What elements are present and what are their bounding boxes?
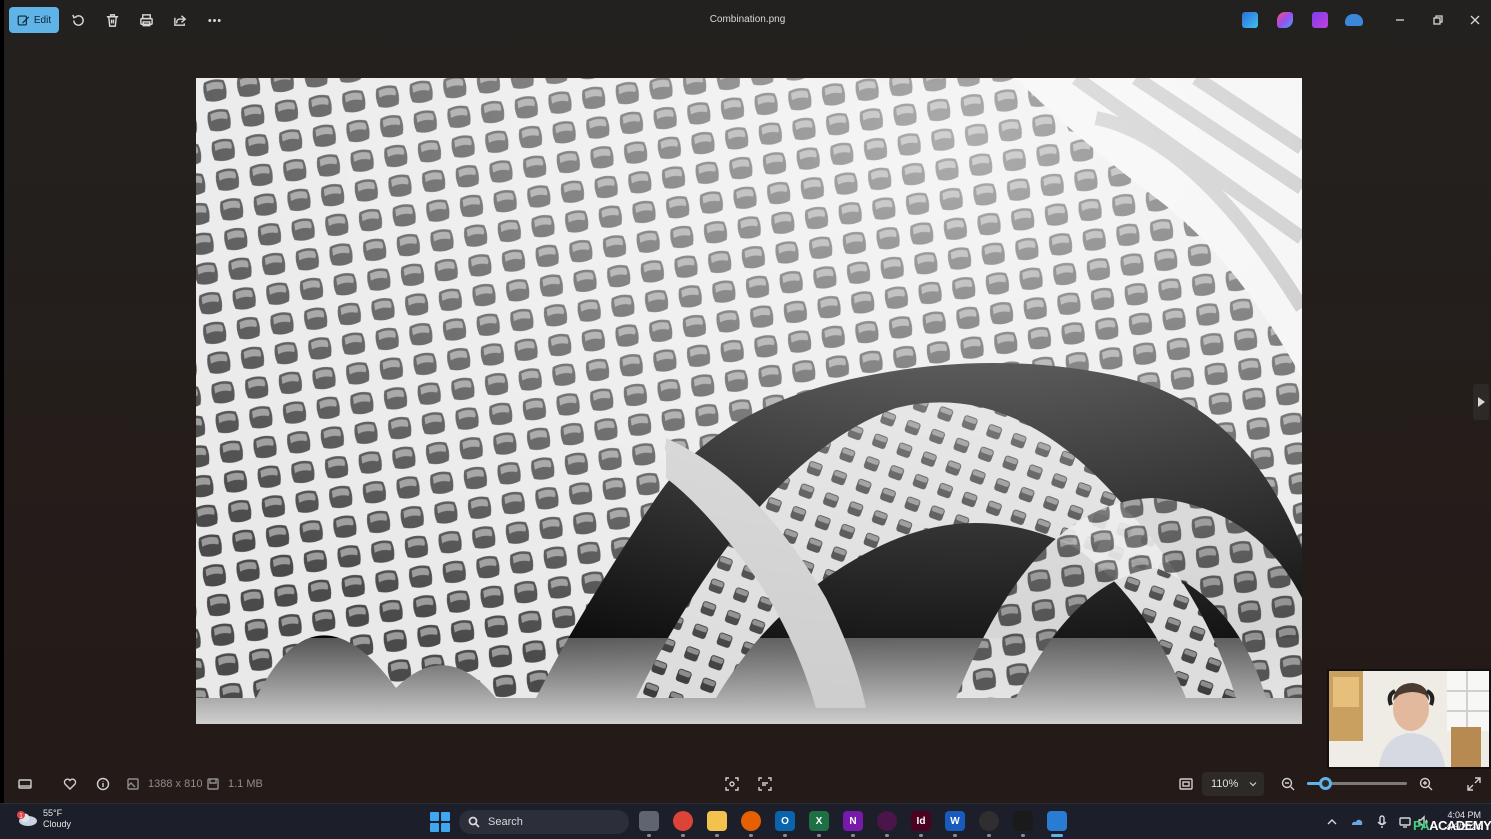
taskbar-app-excel[interactable]: X	[809, 811, 829, 831]
running-indicator	[851, 834, 855, 837]
visual-search-button[interactable]	[756, 775, 774, 793]
fit-window-icon	[1179, 778, 1193, 790]
taskbar-app-chrome[interactable]	[673, 811, 693, 831]
designer-icon[interactable]	[1242, 12, 1258, 28]
cloud-icon: 1	[16, 811, 38, 827]
taskbar-app-task-view[interactable]	[639, 811, 659, 831]
taskbar-app-slack[interactable]	[877, 811, 897, 831]
file-size-icon	[206, 775, 220, 793]
taskbar-app-outlook[interactable]: O	[775, 811, 795, 831]
search-label: Search	[488, 816, 523, 828]
running-indicator	[647, 834, 651, 837]
running-indicator	[817, 834, 821, 837]
chevron-right-icon	[1478, 397, 1485, 407]
zoom-slider-thumb[interactable]	[1319, 777, 1332, 790]
running-indicator	[749, 834, 753, 837]
expand-icon	[1467, 777, 1481, 791]
onedrive-icon[interactable]	[1345, 14, 1363, 26]
clipchamp-icon[interactable]	[1312, 12, 1328, 28]
image-dimensions: 1388 x 810	[148, 778, 203, 790]
window-title: Combination.png	[709, 14, 786, 25]
title-bar: Edit Combination.png	[4, 0, 1491, 40]
zoom-out-button[interactable]	[1279, 775, 1297, 793]
fit-to-window-button[interactable]	[1177, 775, 1195, 793]
presenter-video	[1329, 671, 1489, 767]
lattice-render-image	[196, 78, 1302, 724]
network-icon[interactable]	[1398, 815, 1412, 829]
taskbar-app-indesign[interactable]: Id	[911, 811, 931, 831]
running-indicator	[953, 834, 957, 837]
minimize-button[interactable]	[1390, 10, 1410, 30]
file-size: 1.1 MB	[228, 778, 263, 790]
taskbar-app-file-explorer[interactable]	[707, 811, 727, 831]
pa-academy-watermark: PAACADEMY	[1413, 818, 1491, 833]
running-indicator	[1021, 834, 1025, 837]
scan-icon	[725, 777, 739, 791]
running-indicator	[919, 834, 923, 837]
info-icon	[96, 777, 110, 791]
weather-widget[interactable]: 1 55°F Cloudy	[16, 808, 71, 830]
webcam-overlay	[1327, 669, 1491, 769]
start-button[interactable]	[430, 812, 450, 832]
running-indicator	[885, 834, 889, 837]
search-icon	[468, 816, 480, 828]
info-bar: 1388 x 810 1.1 MB 110%	[4, 766, 1491, 801]
taskbar-app-onenote[interactable]: N	[843, 811, 863, 831]
visual-search-icon	[758, 777, 772, 791]
taskbar-app-rhino[interactable]	[1013, 811, 1033, 831]
zoom-slider[interactable]	[1307, 777, 1407, 790]
next-image-button[interactable]	[1473, 384, 1489, 420]
restore-button[interactable]	[1428, 10, 1448, 30]
running-indicator	[783, 834, 787, 837]
chevron-up-icon	[1327, 819, 1337, 825]
minimize-icon	[1396, 19, 1404, 21]
taskbar-search[interactable]: Search	[459, 810, 629, 834]
taskbar-app-word[interactable]: W	[945, 811, 965, 831]
filmstrip-icon	[18, 779, 32, 789]
zoom-out-icon	[1281, 777, 1295, 791]
running-indicator	[715, 834, 719, 837]
taskbar-app-obs[interactable]	[979, 811, 999, 831]
favorite-button[interactable]	[61, 775, 79, 793]
onedrive-tray-icon[interactable]	[1350, 815, 1364, 829]
scan-text-button[interactable]	[723, 775, 741, 793]
zoom-value: 110%	[1211, 778, 1239, 790]
taskbar: 1 55°F Cloudy Search O X N Id W 4:04 PM 4/6/…	[0, 803, 1491, 839]
weather-condition: Cloudy	[43, 819, 72, 829]
taskbar-app-photos[interactable]	[1047, 811, 1067, 831]
running-indicator	[681, 834, 685, 837]
close-button[interactable]	[1465, 10, 1485, 30]
tray-overflow-button[interactable]	[1325, 815, 1339, 829]
filmstrip-button[interactable]	[16, 775, 34, 793]
zoom-in-button[interactable]	[1417, 775, 1435, 793]
taskbar-app-firefox[interactable]	[741, 811, 761, 831]
running-indicator	[1051, 834, 1063, 837]
fullscreen-button[interactable]	[1465, 775, 1483, 793]
file-info-button[interactable]	[94, 775, 112, 793]
running-indicator	[987, 834, 991, 837]
displayed-image[interactable]	[196, 78, 1302, 724]
weather-temp: 55°F	[43, 808, 63, 818]
zoom-in-icon	[1419, 777, 1433, 791]
chevron-down-icon	[1249, 782, 1257, 787]
close-icon	[1470, 15, 1480, 25]
heart-icon	[63, 778, 77, 790]
restore-icon	[1433, 15, 1443, 25]
zoom-dropdown[interactable]: 110%	[1202, 772, 1264, 796]
microphone-icon[interactable]	[1375, 815, 1389, 829]
copilot-icon[interactable]	[1277, 12, 1293, 28]
dimensions-icon	[126, 775, 140, 793]
photos-window: Edit Combination.png 1388 x 810 1.1 MB 1…	[4, 0, 1491, 803]
